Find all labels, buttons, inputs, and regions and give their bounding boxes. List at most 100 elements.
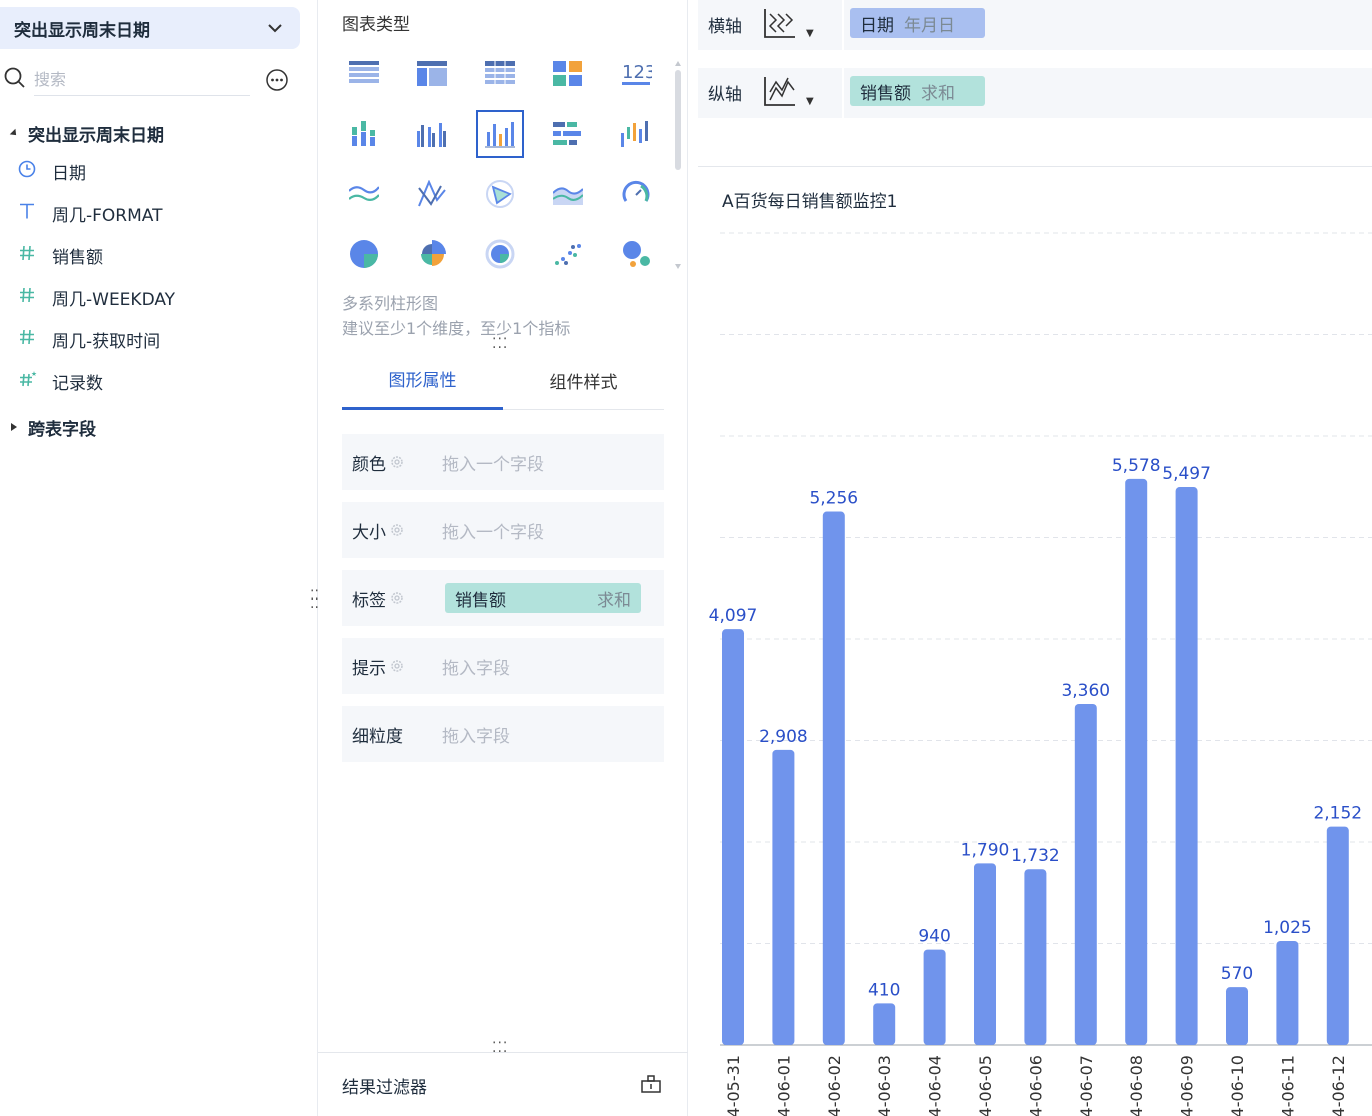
bar[interactable] — [923, 949, 946, 1045]
config-tabs: 图形属性 组件样式 — [342, 350, 664, 410]
data-label: 1,790 — [961, 840, 1010, 860]
stacked-column-icon[interactable] — [340, 110, 388, 158]
bar[interactable] — [1024, 869, 1047, 1045]
field-item[interactable]: 日期 — [0, 155, 300, 187]
dropdown-arrow-icon[interactable]: ▼ — [806, 96, 814, 107]
data-label: 3,360 — [1061, 681, 1110, 701]
bar[interactable] — [1175, 487, 1198, 1045]
property-label: 提示 — [352, 658, 386, 679]
scatter-chart-icon[interactable] — [544, 230, 592, 278]
x-axis-field-pill[interactable]: 日期 年月日 — [850, 8, 985, 38]
hash-icon — [0, 286, 52, 309]
more-options-icon[interactable] — [265, 68, 289, 92]
data-label: 5,497 — [1162, 464, 1211, 484]
cross-table-icon[interactable] — [408, 50, 456, 98]
property-label: 细粒度 — [352, 726, 403, 747]
data-label: 1,732 — [1011, 846, 1060, 866]
tab-component-style[interactable]: 组件样式 — [503, 350, 664, 410]
pill-field: 销售额 — [860, 83, 911, 104]
kpi-card-icon[interactable] — [544, 50, 592, 98]
field-item[interactable]: 周几-FORMAT — [0, 197, 300, 229]
field-label: 周几-WEEKDAY — [52, 289, 176, 310]
area-chart-icon[interactable] — [544, 170, 592, 218]
bar[interactable] — [1125, 478, 1148, 1045]
detail-table-icon[interactable] — [476, 50, 524, 98]
dataset-name: 突出显示周末日期 — [14, 20, 150, 41]
pill-sub: 求和 — [921, 83, 955, 104]
dataset-selector[interactable]: 突出显示周末日期 — [0, 7, 300, 49]
tree-group-dataset[interactable]: 突出显示周末日期 — [0, 118, 300, 148]
y-axis-type-icon[interactable] — [762, 74, 798, 108]
gear-icon[interactable] — [389, 454, 405, 470]
property-label: 大小 — [352, 522, 386, 543]
tab-graphic-properties[interactable]: 图形属性 — [342, 350, 503, 410]
field-label: 周几-获取时间 — [52, 331, 161, 352]
chart-type-scrollbar[interactable] — [674, 58, 682, 272]
scrollbar-thumb[interactable] — [675, 70, 681, 170]
bar[interactable] — [772, 749, 795, 1045]
field-item[interactable]: 记录数 — [0, 365, 300, 397]
field-label: 日期 — [52, 163, 86, 184]
gauge-chart-icon[interactable] — [612, 170, 660, 218]
label-field-pill[interactable]: 销售额 求和 — [445, 583, 641, 613]
multi-series-column-icon[interactable] — [476, 110, 524, 158]
property-tooltip[interactable]: 提示 拖入字段 — [342, 638, 664, 694]
data-label: 2,152 — [1313, 804, 1362, 824]
parallel-line-icon[interactable] — [408, 170, 456, 218]
field-item[interactable]: 周几-WEEKDAY — [0, 281, 300, 313]
search-input[interactable] — [34, 64, 250, 96]
bar[interactable] — [1226, 987, 1248, 1045]
y-axis-field-pill[interactable]: 销售额 求和 — [850, 76, 985, 106]
rose-chart-icon[interactable] — [408, 230, 456, 278]
drop-placeholder: 拖入一个字段 — [442, 454, 544, 475]
hash-icon — [0, 244, 52, 267]
bar[interactable] — [873, 1003, 896, 1045]
hash-star-icon — [0, 370, 52, 393]
caret-down-icon — [0, 128, 28, 138]
x-axis-shelf[interactable]: 横轴 ▼ 日期 年月日 — [698, 0, 1372, 50]
result-filter[interactable]: 结果过滤器 — [318, 1052, 688, 1116]
property-size[interactable]: 大小 拖入一个字段 — [342, 502, 664, 558]
x-tick-label: 4-06-05 — [976, 1055, 995, 1116]
donut-chart-icon[interactable] — [476, 230, 524, 278]
search-icon — [4, 67, 25, 88]
number-chart-icon[interactable]: 123 — [612, 50, 660, 98]
waterfall-icon[interactable] — [612, 110, 660, 158]
x-tick-label: 4-06-07 — [1077, 1055, 1096, 1116]
bar[interactable] — [1276, 940, 1299, 1045]
gear-icon[interactable] — [389, 590, 405, 606]
bar-chart-icon[interactable] — [544, 110, 592, 158]
data-label: 570 — [1221, 964, 1253, 984]
x-axis-type-icon[interactable] — [762, 6, 798, 40]
property-label[interactable]: 标签 销售额 求和 — [342, 570, 664, 626]
radar-chart-icon[interactable] — [476, 170, 524, 218]
field-item[interactable]: 周几-获取时间 — [0, 323, 300, 355]
property-color[interactable]: 颜色 拖入一个字段 — [342, 434, 664, 490]
bi-editor: 突出显示周末日期 突出显示周末日期 日期 周几-FORMAT 销售额 周几-WE… — [0, 0, 1372, 1116]
y-axis-shelf[interactable]: 纵轴 ▼ 销售额 求和 — [698, 68, 1372, 118]
bar[interactable] — [822, 511, 845, 1045]
gear-icon[interactable] — [389, 522, 405, 538]
line-chart-icon[interactable] — [340, 170, 388, 218]
grouped-column-icon[interactable] — [408, 110, 456, 158]
bar[interactable] — [1326, 826, 1349, 1045]
data-label: 1,025 — [1263, 918, 1312, 938]
bar[interactable] — [722, 629, 744, 1045]
bar[interactable] — [974, 863, 996, 1045]
x-tick-label: 4-06-04 — [926, 1055, 945, 1116]
x-tick-label: 4-06-11 — [1278, 1055, 1297, 1116]
filter-settings-icon[interactable] — [640, 1073, 662, 1095]
table-chart-icon[interactable] — [340, 50, 388, 98]
hash-icon — [0, 328, 52, 351]
tree-group-cross-table[interactable]: 跨表字段 — [0, 412, 300, 442]
bubble-chart-icon[interactable] — [612, 230, 660, 278]
bar[interactable] — [1074, 703, 1097, 1045]
property-label: 标签 — [352, 590, 386, 611]
dropdown-arrow-icon[interactable]: ▼ — [806, 28, 814, 39]
property-granularity[interactable]: 细粒度 拖入字段 — [342, 706, 664, 762]
gear-icon[interactable] — [389, 658, 405, 674]
field-item[interactable]: 销售额 — [0, 239, 300, 271]
pie-chart-icon[interactable] — [340, 230, 388, 278]
field-panel: 突出显示周末日期 突出显示周末日期 日期 周几-FORMAT 销售额 周几-WE… — [0, 0, 318, 1116]
field-label: 记录数 — [52, 373, 103, 394]
